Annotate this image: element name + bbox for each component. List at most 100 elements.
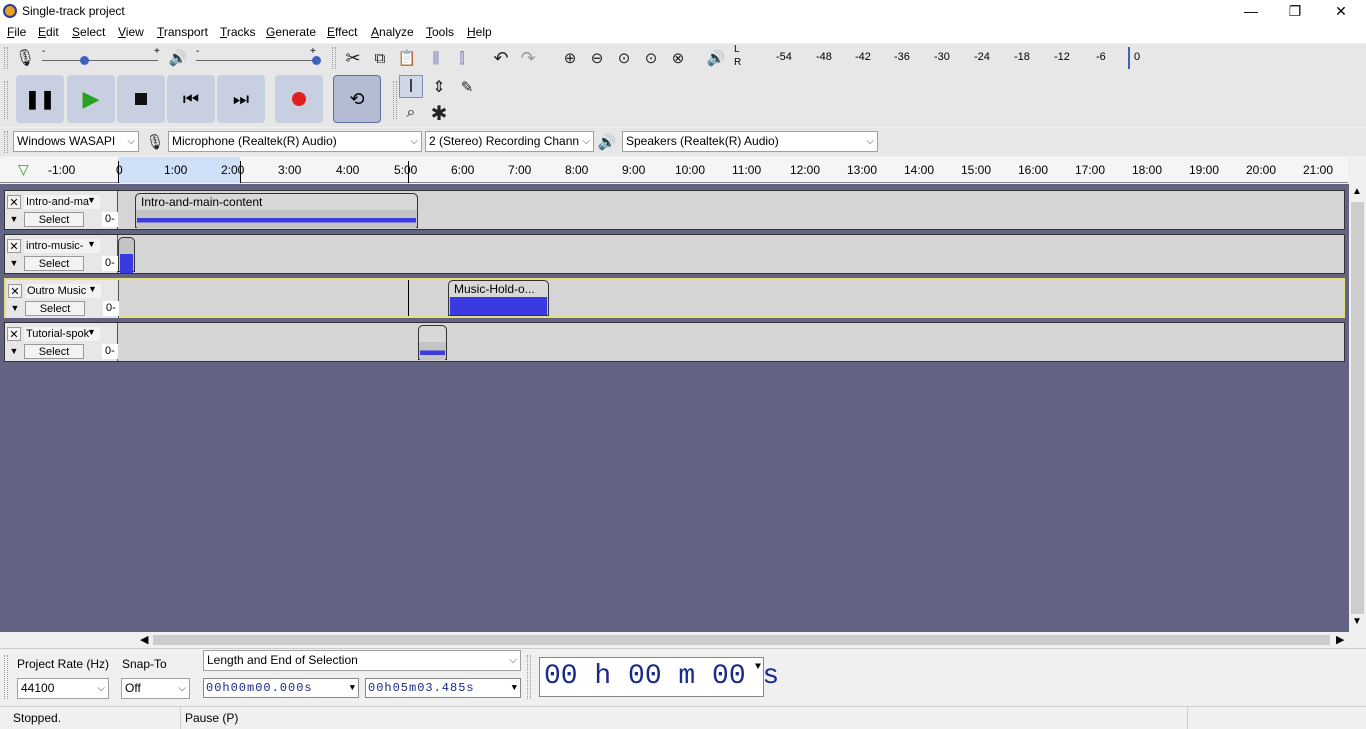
copy-icon[interactable]: ⧉	[368, 46, 392, 70]
project-rate-select[interactable]: 44100 ⌵	[17, 678, 109, 699]
horizontal-scroll-thumb[interactable]	[153, 635, 1330, 645]
track-menu-icon[interactable]: ▼	[87, 195, 96, 205]
mic-slider-thumb[interactable]	[80, 56, 89, 65]
mic-volume-slider[interactable]	[42, 60, 158, 61]
zoom-in-icon[interactable]: ⊕	[558, 46, 582, 70]
audio-track-focused[interactable]: ✕ Outro Music ▼ ▼ Select 0- Music-Hold-o…	[4, 278, 1345, 318]
selection-end-marker[interactable]	[240, 161, 241, 183]
track-menu-icon[interactable]: ▼	[87, 327, 96, 337]
menu-generate[interactable]: Generate	[266, 25, 316, 39]
selection-end-time[interactable]: 00h05m03.485s ▼	[365, 678, 521, 698]
fit-selection-icon[interactable]: ⊙	[612, 46, 636, 70]
playback-device-select[interactable]: Speakers (Realtek(R) Audio) ⌵	[622, 131, 878, 152]
record-button[interactable]	[275, 75, 323, 123]
track-menu-icon[interactable]: ▼	[88, 284, 97, 294]
toolbar-grip[interactable]	[527, 655, 531, 699]
pause-button[interactable]: ❚❚	[16, 75, 64, 123]
stop-button[interactable]	[117, 75, 165, 123]
recording-channels-select[interactable]: 2 (Stereo) Recording Chann ⌵	[425, 131, 594, 152]
toolbar-grip[interactable]	[4, 131, 8, 153]
track-collapse-icon[interactable]: ▼	[8, 301, 22, 315]
audio-host-select[interactable]: Windows WASAPI ⌵	[13, 131, 139, 152]
audio-clip[interactable]	[118, 237, 135, 273]
horizontal-scrollbar[interactable]: ◀ ▶	[0, 632, 1349, 648]
vertical-scroll-thumb[interactable]	[1351, 202, 1364, 614]
menu-analyze[interactable]: Analyze	[371, 25, 414, 39]
loop-button[interactable]: ⟲	[333, 75, 381, 123]
play-button[interactable]: ▶	[67, 75, 115, 123]
playback-volume-slider[interactable]	[196, 60, 318, 61]
scroll-left-icon[interactable]: ◀	[140, 633, 148, 646]
timeline-ruler[interactable]: ▽ -1:00 0 1:00 2:00 3:00 4:00 5:00 6:00 …	[0, 157, 1348, 183]
audio-track[interactable]: ✕ Tutorial-spok ▼ ▼ Select 0-	[4, 322, 1345, 362]
audio-clip[interactable]: Intro-and-main-content	[135, 193, 418, 228]
track-menu-icon[interactable]: ▼	[87, 239, 96, 249]
redo-icon[interactable]: ↷	[516, 46, 540, 70]
toolbar-grip[interactable]	[332, 47, 336, 69]
scroll-up-icon[interactable]: ▲	[1352, 186, 1362, 197]
toolbar-grip[interactable]	[393, 81, 397, 119]
track-collapse-icon[interactable]: ▼	[7, 212, 21, 226]
scroll-right-icon[interactable]: ▶	[1336, 633, 1344, 646]
menu-edit[interactable]: Edit	[38, 25, 59, 39]
audio-clip[interactable]	[418, 325, 447, 360]
track-select-button[interactable]: Select	[24, 344, 84, 359]
skip-start-button[interactable]: ⏮	[167, 75, 215, 123]
fit-project-icon[interactable]: ⊙	[639, 46, 663, 70]
track-select-button[interactable]: Select	[24, 212, 84, 227]
recording-device-select[interactable]: Microphone (Realtek(R) Audio) ⌵	[168, 131, 422, 152]
undo-icon[interactable]: ↶	[489, 46, 513, 70]
scroll-down-icon[interactable]: ▼	[1352, 616, 1362, 627]
maximize-button[interactable]: ❐	[1272, 0, 1318, 23]
clip-title[interactable]	[419, 326, 446, 342]
vertical-scrollbar[interactable]: ▲ ▼	[1349, 184, 1366, 632]
playback-meter[interactable]: -54 -48 -42 -36 -30 -24 -18 -12 -6 0	[744, 47, 1144, 69]
menu-help[interactable]: Help	[467, 25, 492, 39]
cut-icon[interactable]: ✂	[341, 46, 365, 70]
selection-mode-select[interactable]: Length and End of Selection ⌵	[203, 650, 521, 671]
selection-start-time[interactable]: 00h00m00.000s ▼	[203, 678, 359, 698]
track-close-icon[interactable]: ✕	[7, 327, 21, 341]
trim-audio-icon[interactable]: ⫼	[424, 46, 448, 70]
play-head-icon[interactable]: ▽	[18, 161, 29, 178]
chevron-down-icon[interactable]: ▼	[512, 679, 518, 697]
silence-audio-icon[interactable]: ⫿	[450, 46, 474, 70]
clip-title[interactable]: Intro-and-main-content	[136, 194, 417, 210]
track-collapse-icon[interactable]: ▼	[7, 344, 21, 358]
menu-effect[interactable]: Effect	[327, 25, 357, 39]
multi-tool-icon[interactable]: ✱	[427, 101, 451, 125]
track-collapse-icon[interactable]: ▼	[7, 256, 21, 270]
snap-to-select[interactable]: Off ⌵	[121, 678, 190, 699]
envelope-tool-icon[interactable]: ⇕	[427, 75, 451, 98]
audio-position-display[interactable]: 00 h 00 m 00 s ▼	[539, 657, 779, 697]
playback-meter-icon[interactable]: 🔊	[704, 47, 728, 69]
track-select-button[interactable]: Select	[25, 301, 85, 316]
audio-track[interactable]: ✕ intro-music- ▼ ▼ Select 0-	[4, 234, 1345, 274]
skip-end-button[interactable]: ⏭	[217, 75, 265, 123]
menu-select[interactable]: Select	[72, 25, 105, 39]
track-area[interactable]: ✕ Intro-and-ma ▼ ▼ Select 0- Intro-and-m…	[0, 184, 1349, 632]
menu-transport[interactable]: Transport	[157, 25, 208, 39]
track-select-button[interactable]: Select	[24, 256, 84, 271]
zoom-out-icon[interactable]: ⊖	[585, 46, 609, 70]
chevron-down-icon[interactable]: ▼	[350, 679, 356, 697]
draw-tool-icon[interactable]: ✎	[455, 75, 479, 98]
chevron-down-icon[interactable]: ▼	[755, 658, 761, 678]
track-close-icon[interactable]: ✕	[8, 284, 22, 298]
menu-tracks[interactable]: Tracks	[220, 25, 256, 39]
minimize-button[interactable]: —	[1228, 0, 1274, 23]
clip-title[interactable]: Music-Hold-o...	[449, 281, 548, 297]
zoom-tool-icon[interactable]: ⌕	[399, 101, 423, 125]
selection-start-marker[interactable]	[118, 161, 119, 183]
toolbar-grip[interactable]	[4, 47, 8, 69]
menu-view[interactable]: View	[118, 25, 144, 39]
close-button[interactable]: ✕	[1318, 0, 1364, 23]
track-close-icon[interactable]: ✕	[7, 195, 21, 209]
track-close-icon[interactable]: ✕	[7, 239, 21, 253]
selection-tool-icon[interactable]: I	[399, 75, 423, 98]
menu-file[interactable]: File	[7, 25, 26, 39]
toolbar-grip[interactable]	[4, 81, 8, 119]
audio-clip[interactable]: Music-Hold-o...	[448, 280, 549, 316]
zoom-toggle-icon[interactable]: ⊗	[666, 46, 690, 70]
toolbar-grip[interactable]	[4, 655, 8, 699]
